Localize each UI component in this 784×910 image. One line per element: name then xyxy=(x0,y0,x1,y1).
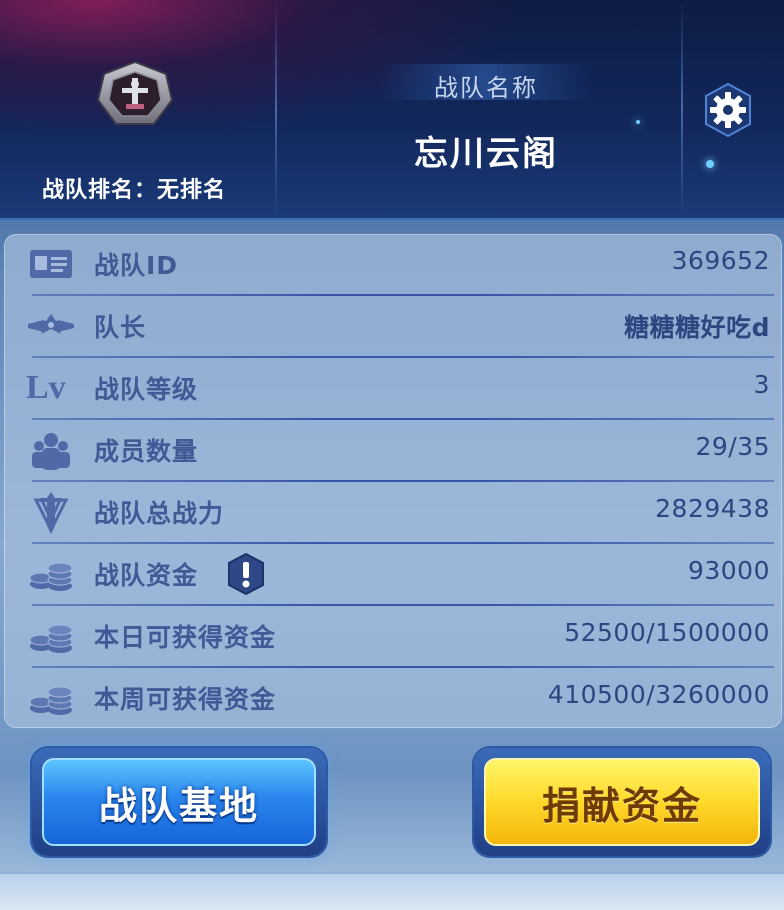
team-base-button[interactable]: 战队基地 xyxy=(42,758,316,846)
team-name: 忘川云阁 xyxy=(414,134,558,174)
info-value: 52500/1500000 xyxy=(564,618,770,647)
coins-icon xyxy=(29,562,73,591)
id-card-icon xyxy=(30,250,72,278)
coins-icon xyxy=(29,624,73,653)
funds-info-icon[interactable] xyxy=(226,552,266,596)
header-divider-left xyxy=(275,0,277,218)
info-label: 队长 xyxy=(94,313,147,342)
info-value: 369652 xyxy=(671,246,770,275)
info-row-captain: 队长 糖糖糖好吃d xyxy=(4,296,782,358)
team-info-panel: 战队ID 369652 队长 糖糖糖好吃d Lv 战队等级 3 成员数量 29/… xyxy=(4,234,782,728)
info-value: 410500/3260000 xyxy=(547,680,770,709)
level-icon: Lv xyxy=(26,369,66,406)
info-value: 2829438 xyxy=(655,494,770,523)
info-row-daily-funds: 本日可获得资金 52500/1500000 xyxy=(4,606,782,668)
info-label: 成员数量 xyxy=(94,437,199,466)
donate-funds-button[interactable]: 捐献资金 xyxy=(484,758,760,846)
info-row-funds: 战队资金 93000 xyxy=(4,544,782,606)
info-row-power: 战队总战力 2829438 xyxy=(4,482,782,544)
info-row-weekly-funds: 本周可获得资金 410500/3260000 xyxy=(4,668,782,730)
coins-icon xyxy=(29,686,73,715)
team-name-label: 战队名称 xyxy=(434,74,538,102)
settings-gear-icon[interactable] xyxy=(700,82,756,138)
sparkle xyxy=(706,160,714,168)
members-icon xyxy=(32,433,70,470)
team-rank: 战队排名：无排名 xyxy=(42,178,227,203)
sword-power-icon xyxy=(33,492,69,534)
team-emblem-icon xyxy=(96,60,174,125)
info-row-team-id: 战队ID 369652 xyxy=(4,234,782,296)
info-label: 本周可获得资金 xyxy=(94,685,277,714)
info-value: 3 xyxy=(753,370,770,399)
info-value: 93000 xyxy=(687,556,770,585)
bottom-strip xyxy=(0,872,784,910)
header-divider-right xyxy=(681,0,683,218)
sparkle xyxy=(636,120,640,124)
donate-button-frame: 捐献资金 xyxy=(474,748,770,856)
info-row-level: Lv 战队等级 3 xyxy=(4,358,782,420)
info-row-members: 成员数量 29/35 xyxy=(4,420,782,482)
info-label: 战队等级 xyxy=(94,375,199,404)
info-label: 战队总战力 xyxy=(94,499,225,528)
info-label: 战队资金 xyxy=(94,561,199,590)
team-base-button-frame: 战队基地 xyxy=(32,748,326,856)
team-header: 战队排名：无排名 战队名称 忘川云阁 xyxy=(0,0,784,220)
captain-wings-icon xyxy=(28,314,74,334)
info-label: 战队ID xyxy=(94,251,179,280)
info-value: 29/35 xyxy=(695,432,770,461)
info-value: 糖糖糖好吃d xyxy=(624,313,770,342)
info-label: 本日可获得资金 xyxy=(94,623,277,652)
